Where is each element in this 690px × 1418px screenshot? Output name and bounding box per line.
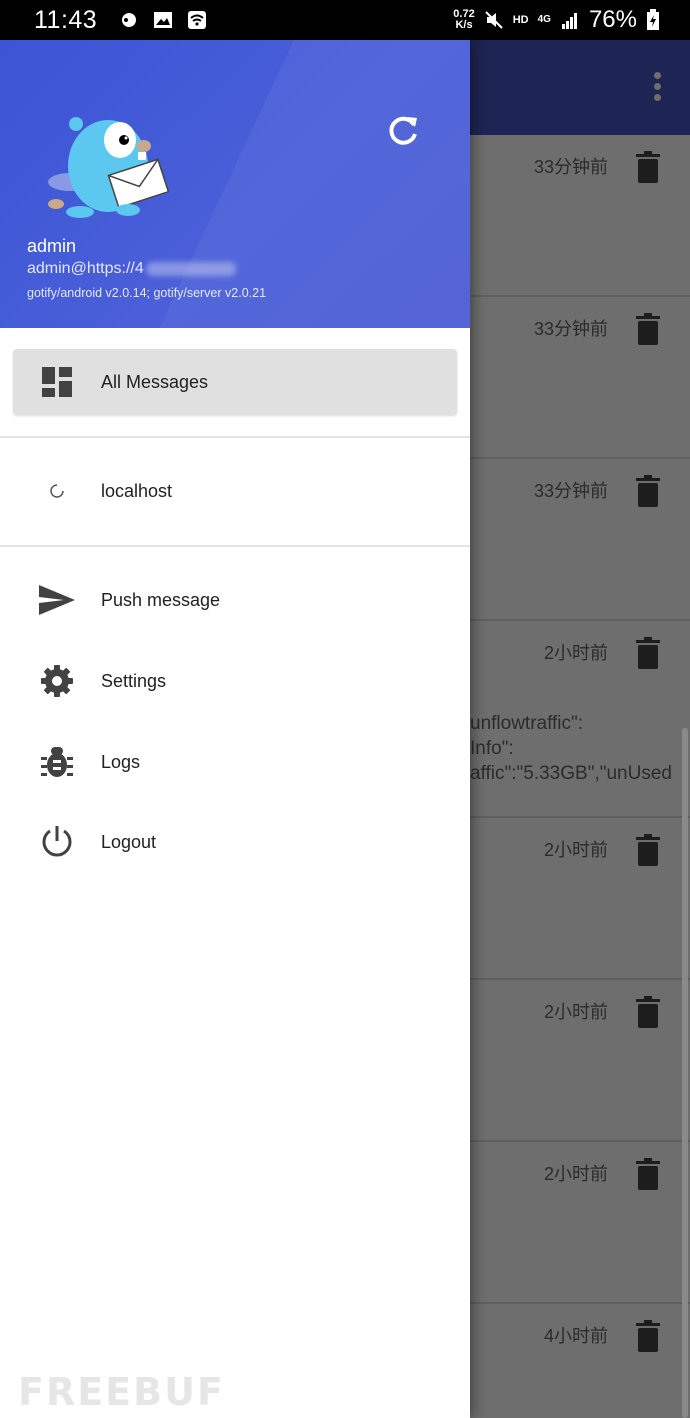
nav-item-logout[interactable]: Logout — [0, 809, 470, 875]
clock: 11:43 — [34, 5, 98, 34]
watermark-logo: FREEBUF — [18, 1370, 225, 1414]
divider — [0, 436, 470, 438]
message-time: 33分钟前 — [533, 157, 608, 177]
nav-label: All Messages — [101, 371, 209, 392]
username: admin — [27, 236, 77, 256]
loading-spinner-icon — [38, 472, 76, 510]
nav-item-push-message[interactable]: Push message — [0, 567, 470, 633]
power-icon — [38, 823, 76, 861]
gear-icon — [38, 662, 76, 700]
user-email: admin@https://4 — [27, 260, 236, 278]
message-time: 33分钟前 — [533, 481, 608, 501]
divider — [0, 545, 470, 547]
mute-icon — [485, 11, 503, 29]
status-bar: 11:43 0.72 K/s HD 4G 76% — [0, 0, 690, 40]
hd-indicator: HD — [512, 14, 529, 26]
net-speed: 0.72 K/s — [453, 8, 475, 31]
delete-icon[interactable] — [636, 313, 660, 345]
delete-icon[interactable] — [636, 475, 660, 507]
delete-icon[interactable] — [636, 834, 660, 866]
notification-app-icon — [122, 13, 137, 27]
nav-item-all-messages[interactable]: All Messages — [0, 349, 470, 415]
dashboard-icon — [38, 363, 76, 401]
drawer-header: admin admin@https://4 gotify/android v2.… — [0, 40, 470, 328]
nav-label: localhost — [101, 480, 173, 501]
overflow-menu-icon[interactable] — [654, 72, 662, 102]
navigation-drawer: admin admin@https://4 gotify/android v2.… — [0, 40, 470, 1418]
version-text: gotify/android v2.0.14; gotify/server v2… — [27, 286, 267, 300]
gallery-icon — [154, 12, 173, 28]
delete-icon[interactable] — [636, 1320, 660, 1352]
message-body: unflowtraffic": Info": affic":"5.33GB","… — [470, 713, 672, 784]
nav-item-settings[interactable]: Settings — [0, 648, 470, 714]
message-time: 4小时前 — [543, 1326, 608, 1346]
message-time: 2小时前 — [543, 1002, 608, 1022]
send-icon — [38, 581, 76, 619]
refresh-icon[interactable] — [384, 112, 422, 150]
signal-icon — [561, 13, 577, 29]
bug-icon — [38, 743, 76, 781]
message-time: 33分钟前 — [533, 319, 608, 339]
battery-percent: 76% — [588, 6, 637, 33]
nav-item-logs[interactable]: Logs — [0, 729, 470, 795]
nav-label: Logs — [101, 751, 141, 772]
nav-item-localhost[interactable]: localhost — [0, 458, 470, 524]
nav-label: Push message — [101, 589, 221, 610]
delete-icon[interactable] — [636, 637, 660, 669]
delete-icon[interactable] — [636, 1158, 660, 1190]
scrollbar[interactable] — [682, 728, 688, 1418]
message-time: 2小时前 — [543, 643, 608, 663]
message-time: 2小时前 — [543, 1164, 608, 1184]
message-time: 2小时前 — [543, 840, 608, 860]
delete-icon[interactable] — [636, 151, 660, 183]
nav-label: Logout — [101, 831, 157, 852]
network-type: 4G — [537, 14, 551, 25]
nav-label: Settings — [101, 670, 167, 691]
delete-icon[interactable] — [636, 996, 660, 1028]
wifi-icon — [188, 11, 207, 29]
redacted-blur — [145, 261, 236, 276]
battery-icon — [647, 9, 659, 30]
gopher-mascot-logo — [48, 117, 170, 218]
